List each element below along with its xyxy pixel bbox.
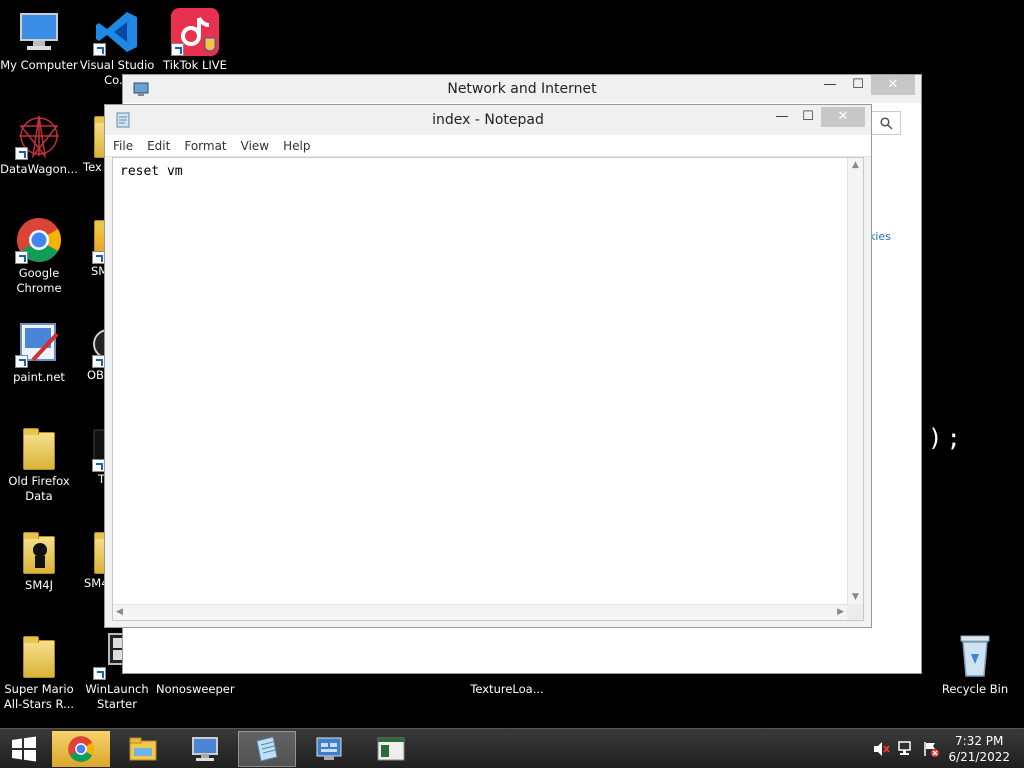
notepad-taskbar-icon: [256, 736, 278, 762]
old-firefox-data-label: Old Firefox Data: [8, 474, 70, 503]
shortcut-arrow-icon: [15, 147, 28, 160]
taskbar-file-explorer[interactable]: [114, 731, 172, 767]
action-center-flag-icon[interactable]: [922, 741, 940, 757]
notepad-window[interactable]: index - Notepad — ☐ ✕ File Edit Format V…: [104, 104, 872, 628]
taskbar-remote-desktop[interactable]: [176, 731, 234, 767]
my-computer-icon[interactable]: My Computer: [0, 8, 78, 73]
system-clock[interactable]: 7:32 PM 6/21/2022: [948, 733, 1010, 765]
notepad-menubar: File Edit Format View Help: [105, 135, 871, 157]
shortcut-arrow-icon: [93, 43, 106, 56]
menu-help[interactable]: Help: [283, 139, 310, 153]
super-mario-folder-icon[interactable]: Super Mario All-Stars R...: [0, 632, 78, 712]
recycle-bin-icon[interactable]: Recycle Bin: [936, 632, 1014, 697]
datawagon-label: DataWagon...: [0, 162, 78, 176]
datawagon-icon[interactable]: DataWagon...: [0, 112, 78, 177]
scrollbar-corner: [847, 604, 863, 620]
taskbar-chrome[interactable]: [52, 731, 110, 767]
shortcut-arrow-icon: [15, 251, 28, 264]
network-minimize-button[interactable]: —: [817, 75, 843, 95]
notepad-title: index - Notepad: [432, 112, 544, 128]
my-computer-label: My Computer: [0, 58, 78, 72]
tiktok-live-label: TikTok LIVE: [163, 58, 227, 72]
network-window-icon: [133, 82, 149, 96]
notepad-titlebar[interactable]: index - Notepad: [105, 105, 871, 135]
google-chrome-icon[interactable]: Google Chrome: [0, 216, 78, 296]
menu-file[interactable]: File: [113, 139, 133, 153]
tiktok-live-icon[interactable]: TikTok LIVE: [156, 8, 234, 73]
network-window-title: Network and Internet: [447, 81, 597, 97]
sm4j-folder-label: SM4J: [25, 578, 53, 592]
paint-net-label: paint.net: [13, 370, 65, 384]
network-partial-link[interactable]: kies: [869, 230, 891, 243]
network-icon: [316, 737, 342, 760]
scroll-up-arrow-icon[interactable]: ▲: [852, 160, 859, 170]
scroll-down-arrow-icon[interactable]: ▼: [852, 592, 859, 602]
start-button[interactable]: [0, 731, 48, 767]
old-firefox-data-icon[interactable]: Old Firefox Data: [0, 424, 78, 504]
chrome-icon: [68, 736, 94, 762]
clock-time: 7:32 PM: [955, 734, 1004, 748]
horizontal-scrollbar[interactable]: ◀ ▶: [113, 604, 847, 620]
sm4j-folder-icon[interactable]: SM4J: [0, 528, 78, 593]
monitor-icon: [192, 737, 218, 761]
recycle-bin-label: Recycle Bin: [941, 682, 1009, 696]
file-explorer-icon: [129, 737, 157, 761]
nonosweeper-label: Nonosweeper: [156, 682, 235, 696]
volume-muted-icon[interactable]: [872, 741, 890, 757]
paint-net-icon[interactable]: paint.net: [0, 320, 78, 385]
menu-view[interactable]: View: [241, 139, 269, 153]
notepad-minimize-button[interactable]: —: [769, 107, 795, 127]
menu-edit[interactable]: Edit: [147, 139, 170, 153]
taskbar-control-panel[interactable]: [300, 731, 358, 767]
network-window-titlebar[interactable]: Network and Internet: [123, 75, 921, 103]
notepad-content: reset vm: [120, 164, 183, 179]
taskbar-app[interactable]: [362, 731, 420, 767]
scroll-left-arrow-icon[interactable]: ◀: [116, 607, 123, 617]
notepad-text-area[interactable]: reset vm ▲ ▼ ◀ ▶: [112, 157, 864, 621]
google-chrome-label: Google Chrome: [16, 266, 62, 295]
notepad-close-button[interactable]: ✕: [821, 107, 865, 127]
super-mario-folder-label: Super Mario All-Stars R...: [3, 682, 75, 711]
notepad-maximize-button[interactable]: ☐: [795, 107, 821, 127]
shortcut-arrow-icon: [93, 667, 106, 680]
network-search-button[interactable]: [871, 111, 901, 135]
scroll-right-arrow-icon[interactable]: ▶: [837, 607, 844, 617]
network-maximize-button[interactable]: ☐: [845, 75, 871, 95]
desktop-text-fragment: );: [928, 424, 965, 452]
vertical-scrollbar[interactable]: ▲ ▼: [847, 158, 863, 604]
menu-format[interactable]: Format: [184, 139, 226, 153]
search-icon: [880, 117, 893, 130]
winlaunch-starter-label: WinLaunch Starter: [85, 682, 149, 711]
clock-date: 6/21/2022: [948, 750, 1010, 764]
windows-logo-icon: [12, 736, 36, 762]
shortcut-arrow-icon: [171, 43, 184, 56]
taskbar: 7:32 PM 6/21/2022: [0, 728, 1024, 768]
notepad-icon: [116, 112, 130, 128]
network-status-icon[interactable]: [898, 741, 916, 757]
shortcut-arrow-icon: [15, 355, 28, 368]
textureloader-label: TextureLoa...: [470, 682, 544, 696]
network-close-button[interactable]: ✕: [871, 75, 915, 95]
window-app-icon: [377, 737, 405, 761]
taskbar-notepad[interactable]: [238, 731, 296, 767]
